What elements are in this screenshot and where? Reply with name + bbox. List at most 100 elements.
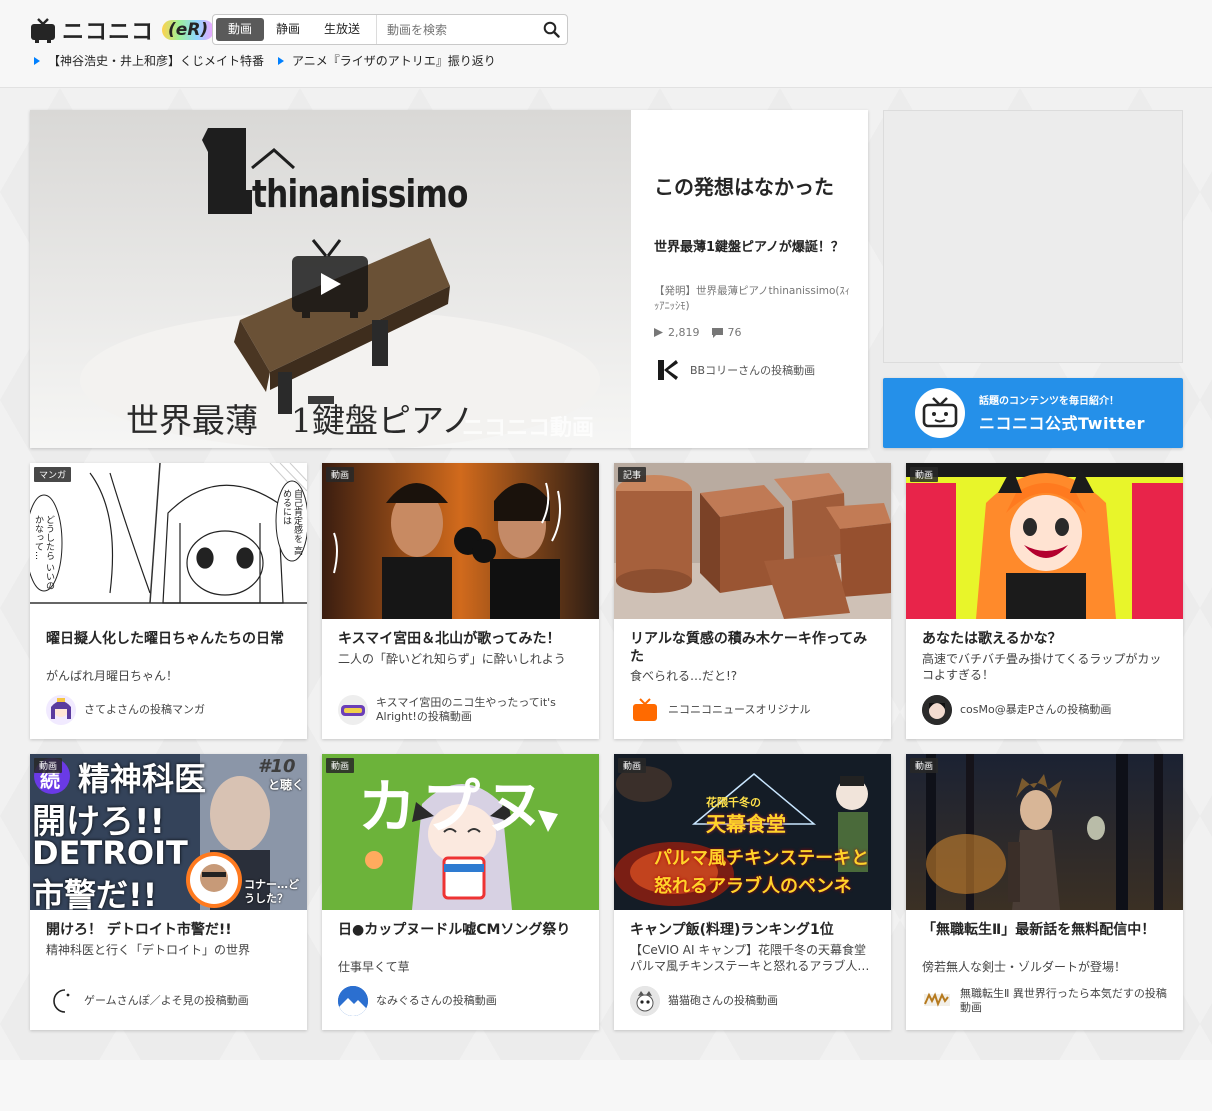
content-card[interactable]: 続 #10 と聴く 精神科医 開けろ!! DETROIT 市警だ!! コナー…ど… <box>30 754 307 1030</box>
news-item[interactable]: アニメ『ライザのアトリエ』振り返り <box>278 52 496 69</box>
featured-stats: 2,819 76 <box>654 326 742 339</box>
card-author[interactable]: キスマイ宮田のニコ生やったってit's Alright!の投稿動画 <box>338 695 588 725</box>
card-author[interactable]: 猫猫砲さんの投稿動画 <box>630 986 880 1016</box>
card-subtitle: 食べられる…だと!? <box>630 669 738 683</box>
card-author[interactable]: cosMo@暴走Pさんの投稿動画 <box>922 695 1172 725</box>
cake-blocks-thumbnail-art <box>614 463 891 619</box>
author-avatar <box>338 986 368 1016</box>
thumbnail-line: DETROIT <box>32 834 188 872</box>
content-card[interactable]: 花隈千冬の 天幕食堂 パルマ風チキンステーキと 怒れるアラブ人のペンネ 動画 キ… <box>614 754 891 1030</box>
card-thumbnail[interactable]: カプヌ 動画 <box>322 754 599 910</box>
featured-thumbnail[interactable]: thinanissimo 世界最薄 1鍵盤ピアノ ニコニコ動画 <box>30 110 631 448</box>
manga-thumbnail-art <box>30 463 307 604</box>
ad-space <box>883 110 1183 363</box>
niconico-logo[interactable]: ニコニコ (eR) <box>30 16 215 45</box>
news-item-label: アニメ『ライザのアトリエ』振り返り <box>292 54 496 68</box>
search-button[interactable] <box>538 17 564 43</box>
featured-title[interactable]: この発想はなかった <box>654 174 854 201</box>
thumbnail-line: 怒れるアラブ人のペンネ <box>654 876 852 897</box>
content-card[interactable]: 記事 リアルな質感の積み木ケーキ作ってみた 食べられる…だと!? ニコニコニュー… <box>614 463 891 739</box>
card-author[interactable]: 無職転生Ⅱ 異世界行ったら本気だすの投稿動画 <box>922 986 1172 1016</box>
view-count: 2,819 <box>654 326 700 339</box>
card-author-label: ニコニコニュースオリジナル <box>668 703 811 716</box>
card-thumbnail[interactable]: 続 #10 と聴く 精神科医 開けろ!! DETROIT 市警だ!! コナー…ど… <box>30 754 307 910</box>
news-item[interactable]: 【神谷浩史・井上和彦】くじメイト特番 <box>34 52 264 69</box>
comment-count-value: 76 <box>727 326 742 339</box>
featured-description: 【発明】世界最薄ピアノthinanissimo(ｽｨｯｱﾆｯｼﾓ) <box>654 285 851 312</box>
card-subtitle: 仕事早くて草 <box>338 960 410 974</box>
card-title[interactable]: 日●カップヌードル嘘CMソング祭り <box>338 921 588 939</box>
author-avatar <box>630 986 660 1016</box>
content-card[interactable]: 動画 「無職転生Ⅱ」最新話を無料配信中！ 傍若無人な剣士・ゾルダートが登場！ 無… <box>906 754 1183 1030</box>
card-thumbnail[interactable]: 記事 <box>614 463 891 619</box>
content-card[interactable]: 動画 あなたは歌えるかな？ 高速でバチバチ畳み掛けてくるラップがカッコよすぎる！… <box>906 463 1183 739</box>
twitter-banner-tagline: 話題のコンテンツを毎日紹介！ <box>979 396 1119 407</box>
search-input[interactable] <box>376 15 538 44</box>
bbcolley-avatar-icon <box>658 360 678 380</box>
card-author[interactable]: なみぐるさんの投稿動画 <box>338 986 588 1016</box>
card-author-label: 猫猫砲さんの投稿動画 <box>668 994 778 1007</box>
card-author[interactable]: ニコニコニュースオリジナル <box>630 695 880 725</box>
card-category-tag: マンガ <box>34 467 72 482</box>
featured-subtitle: 世界最薄1鍵盤ピアノが爆誕！？ <box>654 240 844 255</box>
manga-speech-bubble: どうしたら いいのかなって… <box>33 515 54 590</box>
official-twitter-banner[interactable]: 話題のコンテンツを毎日紹介！ ニコニコ公式Twitter <box>883 378 1183 448</box>
author-avatar <box>46 695 76 725</box>
tab-live[interactable]: 生放送 <box>312 18 372 41</box>
card-subtitle: 【CeVIO AI キャンプ】花隈千冬の天幕食堂 パルマ風チキンステーキと怒れる… <box>630 943 870 973</box>
card-category-tag: 動画 <box>910 467 939 482</box>
thumbnail-line: 市警だ!! <box>32 876 158 910</box>
card-subtitle: がんばれ月曜日ちゃん！ <box>46 669 179 683</box>
card-category-tag: 動画 <box>910 758 939 773</box>
triangle-right-icon <box>278 56 285 65</box>
thumbnail-corner-text: と聴く <box>268 778 305 792</box>
thumbnail-caption-text: 世界最薄 1鍵盤ピアノ <box>126 401 475 440</box>
thumbnail-small-text: コナー…どうした？ <box>244 878 299 905</box>
card-title[interactable]: 開けろ！ デトロイト市警だ!! <box>46 921 296 939</box>
content-card[interactable]: どうしたら いいのかなって… 自己肯定感を 高めるには マンガ 曜日擬人化した曜… <box>30 463 307 739</box>
thumbnail-big-text: カプヌ <box>358 773 551 841</box>
card-thumbnail[interactable]: 動画 <box>906 754 1183 910</box>
card-thumbnail[interactable]: 花隈千冬の 天幕食堂 パルマ風チキンステーキと 怒れるアラブ人のペンネ 動画 <box>614 754 891 910</box>
card-subtitle: 傍若無人な剣士・ゾルダートが登場！ <box>922 960 1127 974</box>
card-author-label: さてよさんの投稿マンガ <box>84 703 205 716</box>
card-subtitle: 二人の「酔いどれ知らず」に酔いしれよう <box>338 652 566 666</box>
card-title[interactable]: キスマイ宮田＆北山が歌ってみた！ <box>338 630 588 648</box>
rap-game-thumbnail-art <box>906 463 1183 619</box>
card-thumbnail[interactable]: 動画 <box>322 463 599 619</box>
featured-author[interactable]: BBコリーさんの投稿動画 <box>654 356 815 384</box>
anime-forest-thumbnail-art <box>906 754 1183 910</box>
site-header: ニコニコ (eR) 動画 静画 生放送 【神谷浩史・井上和彦】くじメイト特番 ア… <box>0 0 1212 88</box>
twitter-banner-title: ニコニコ公式Twitter <box>979 414 1145 433</box>
author-avatar <box>338 695 368 725</box>
card-category-tag: 動画 <box>326 467 355 482</box>
footer-strip <box>0 1060 1212 1111</box>
card-author[interactable]: ゲームさんぽ／よそ見の投稿動画 <box>46 986 296 1016</box>
card-author-label: キスマイ宮田のニコ生やったってit's Alright!の投稿動画 <box>376 696 556 723</box>
thumbnail-watermark: ニコニコ動画 <box>462 416 595 441</box>
card-author[interactable]: さてよさんの投稿マンガ <box>46 695 296 725</box>
card-title[interactable]: あなたは歌えるかな？ <box>922 630 1172 648</box>
comment-count: 76 <box>711 326 742 339</box>
card-title[interactable]: キャンプ飯(料理)ランキング1位 <box>630 921 880 939</box>
card-title[interactable]: リアルな質感の積み木ケーキ作ってみた <box>630 630 880 666</box>
search-bar: 動画 静画 生放送 <box>212 14 568 45</box>
featured-video-card[interactable]: thinanissimo 世界最薄 1鍵盤ピアノ ニコニコ動画 この発想はなかっ… <box>30 110 868 448</box>
card-title[interactable]: 曜日擬人化した曜日ちゃんたちの日常 <box>46 630 296 648</box>
featured-author-label: BBコリーさんの投稿動画 <box>690 364 816 377</box>
content-card[interactable]: カプヌ 動画 日●カップヌードル嘘CMソング祭り 仕事早くて草 なみぐるさんの投… <box>322 754 599 1030</box>
author-avatar <box>922 986 952 1016</box>
tab-video[interactable]: 動画 <box>216 18 265 41</box>
content-card[interactable]: 動画 キスマイ宮田＆北山が歌ってみた！ 二人の「酔いどれ知らず」に酔いしれよう … <box>322 463 599 739</box>
tab-seiga[interactable]: 静画 <box>264 18 312 41</box>
card-title[interactable]: 「無職転生Ⅱ」最新話を無料配信中！ <box>922 921 1172 939</box>
thumbnail-title-text: thinanissimo <box>252 172 468 216</box>
search-icon <box>543 21 560 38</box>
comment-icon <box>711 327 723 338</box>
card-thumbnail[interactable]: 動画 <box>906 463 1183 619</box>
play-icon <box>654 328 663 337</box>
card-subtitle: 高速でバチバチ畳み掛けてくるラップがカッコよすぎる！ <box>922 652 1162 682</box>
triangle-right-icon <box>34 56 40 65</box>
manga-speech-bubble: 自己肯定感を 高めるには <box>281 489 302 555</box>
card-thumbnail[interactable]: どうしたら いいのかなって… 自己肯定感を 高めるには マンガ <box>30 463 307 619</box>
